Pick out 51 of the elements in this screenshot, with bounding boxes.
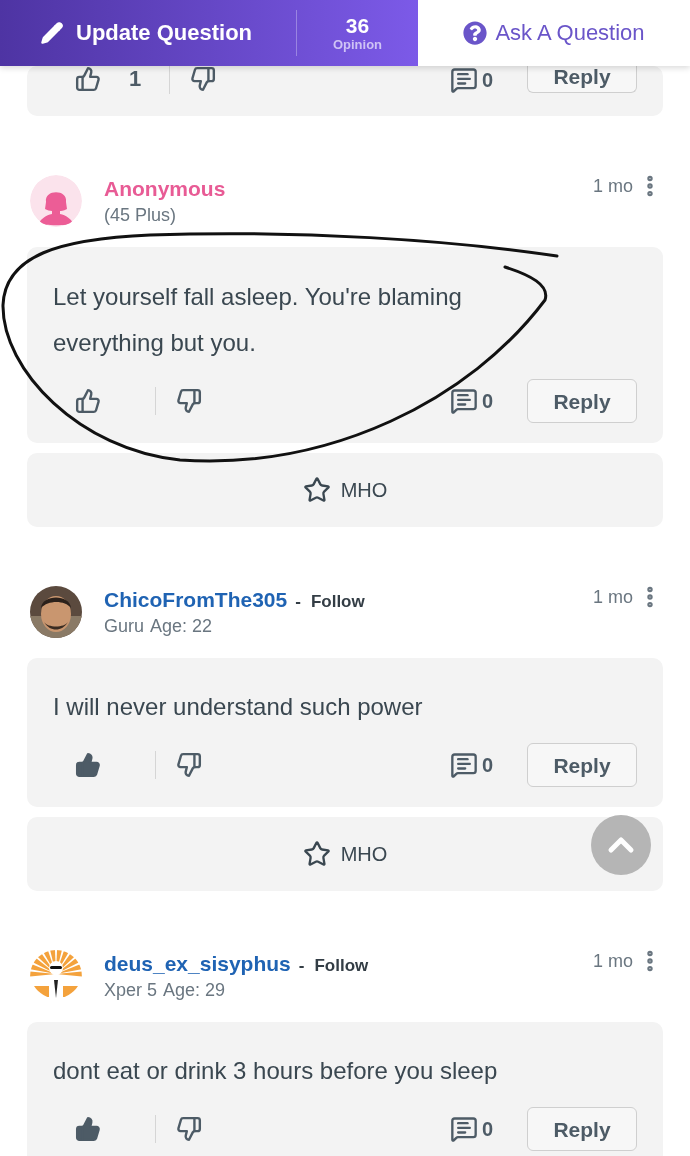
mho-button[interactable]: MHO	[27, 817, 663, 891]
separator: -	[295, 591, 301, 612]
comment-icon	[449, 387, 478, 415]
reply-button[interactable]: Reply	[527, 1107, 637, 1151]
opinion-label: Opinion	[332, 37, 383, 53]
author-name: ChicoFromThe305	[104, 587, 288, 612]
dislike-button[interactable]	[190, 66, 217, 92]
opinion-text: dont eat or drink 3 hours before you sleep	[53, 1056, 499, 1086]
star-icon	[302, 476, 331, 504]
like-button[interactable]	[75, 388, 101, 414]
like-button[interactable]	[75, 1116, 101, 1142]
reply-button[interactable]: Reply	[527, 379, 637, 423]
like-button[interactable]: 1	[75, 66, 142, 92]
post-time: 1 mo	[592, 586, 633, 608]
author-age: (45 Plus)	[104, 204, 177, 226]
ask-question-button[interactable]: Ask A Question	[463, 20, 645, 46]
follow-link[interactable]: Follow	[310, 591, 365, 612]
pencil-icon	[40, 21, 64, 45]
post-time: 1 mo	[592, 175, 633, 197]
like-button[interactable]	[75, 752, 101, 778]
author-level: Guru	[104, 615, 145, 637]
author-age: Age: 29	[163, 979, 226, 1001]
dislike-button[interactable]	[176, 388, 202, 414]
separator: -	[298, 955, 305, 976]
follow-link[interactable]: Follow	[314, 955, 369, 976]
thumbs-up-icon	[75, 66, 101, 92]
opinion-count: 36	[345, 13, 370, 38]
comment-icon	[449, 751, 478, 779]
comment-count-button[interactable]: 0	[449, 66, 493, 94]
avatar-drawing	[30, 950, 82, 1002]
dislike-button[interactable]	[176, 1116, 202, 1142]
comment-icon	[449, 66, 478, 94]
author-age: Age: 22	[150, 615, 213, 637]
author-name: deus_ex_sisyphus	[104, 951, 291, 976]
dislike-button[interactable]	[176, 752, 202, 778]
comment-count-button[interactable]: 0	[449, 1115, 493, 1143]
author-level: Xper 5	[104, 979, 158, 1001]
comment-count-button[interactable]: 0	[449, 387, 493, 415]
comment-count-button[interactable]: 0	[449, 751, 493, 779]
comment-icon	[449, 1115, 478, 1143]
mho-button[interactable]: MHO	[27, 453, 663, 527]
author-name: Anonymous	[104, 176, 226, 201]
opinion-text: Let yourself fall asleep. You're blaming everything but you.	[53, 282, 463, 358]
reply-button[interactable]: Reply	[527, 66, 637, 93]
help-icon	[463, 21, 488, 45]
reply-button[interactable]: Reply	[527, 743, 637, 787]
star-icon	[302, 840, 331, 868]
opinion-text: I will never understand such power	[53, 692, 424, 722]
update-question-button[interactable]: Update Question	[0, 0, 296, 66]
anonymous-avatar-icon	[30, 175, 82, 227]
post-time: 1 mo	[592, 950, 633, 972]
